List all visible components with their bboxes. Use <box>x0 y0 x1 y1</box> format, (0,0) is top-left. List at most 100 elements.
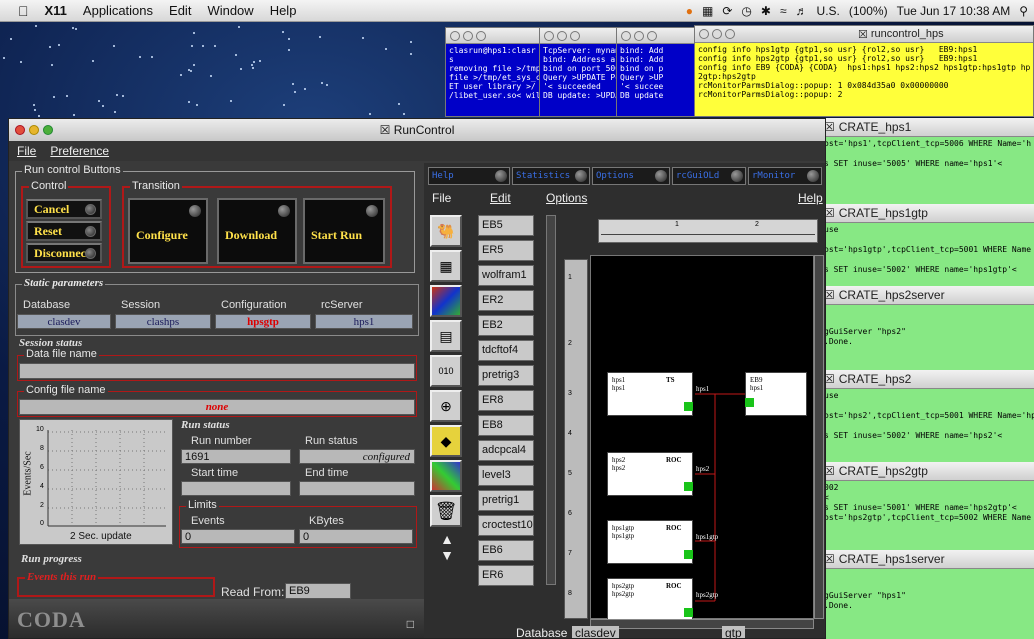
editor-menu-help[interactable]: Help <box>798 191 823 205</box>
editor-menu-options[interactable]: Options <box>546 191 587 205</box>
runcontrol-hps-window[interactable]: ☒ runcontrol_hps config info hps1gtp {gtp… <box>694 25 1034 117</box>
menu-preference[interactable]: Preference <box>50 144 109 158</box>
editor-menu-file[interactable]: File <box>432 191 451 205</box>
config-canvas[interactable]: hps1 hps1 TS hps1 EB9 hps1 hps2 hps2 ROC hp… <box>590 255 814 622</box>
tool-color[interactable] <box>430 285 462 317</box>
tool-010[interactable]: 010 <box>430 355 462 387</box>
battery-indicator[interactable]: (100%) <box>849 4 888 18</box>
component-item[interactable]: pretrig1 <box>478 490 534 511</box>
tool-mosaic[interactable] <box>430 460 462 492</box>
minimize-icon[interactable] <box>29 125 39 135</box>
spaces-icon[interactable]: ▦ <box>702 4 713 18</box>
tool-puzzle[interactable]: ◆ <box>430 425 462 457</box>
spotlight-icon[interactable]: ⚲ <box>1019 4 1028 18</box>
node-hps1-ts[interactable]: hps1 hps1 TS hps1 <box>607 372 709 416</box>
terminal-window-1[interactable]: clasrun@hps1:clasr s removing file >/tmp… <box>445 27 541 117</box>
menu-app-x11[interactable]: X11 <box>45 3 67 18</box>
rcguiold-command-button[interactable]: rcGuiOLd <box>672 167 746 185</box>
zoom-icon[interactable] <box>725 29 735 39</box>
close-icon[interactable] <box>15 125 25 135</box>
close-icon[interactable] <box>450 30 460 41</box>
menu-window[interactable]: Window <box>207 3 253 18</box>
minimize-icon[interactable] <box>463 30 473 41</box>
clock[interactable]: Tue Jun 17 10:38 AM <box>897 4 1011 18</box>
canvas-vscrollbar[interactable] <box>814 255 824 619</box>
cancel-button[interactable]: Cancel <box>26 199 102 219</box>
options-command-button[interactable]: Options <box>592 167 670 185</box>
kbytes-limit-field[interactable]: 0 <box>299 529 413 544</box>
statistics-command-button[interactable]: Statistics <box>512 167 590 185</box>
node-hps2gtp-roc[interactable]: hps2gtp hps2gtp ROC hps2gtp <box>607 578 718 622</box>
node-eb9[interactable]: EB9 hps1 <box>745 372 807 416</box>
events-limit-field[interactable]: 0 <box>181 529 295 544</box>
data-file-field[interactable] <box>19 363 415 379</box>
node-hps2-roc[interactable]: hps2 hps2 ROC hps2 <box>607 452 709 496</box>
menu-applications[interactable]: Applications <box>83 3 153 18</box>
component-item[interactable]: ER2 <box>478 290 534 311</box>
component-item[interactable]: EB5 <box>478 215 534 236</box>
tool-crosshair[interactable]: ⊕ <box>430 390 462 422</box>
tool-tape[interactable]: ▤ <box>430 320 462 352</box>
apple-icon[interactable]:  <box>18 3 29 19</box>
help-command-button[interactable]: Help <box>428 167 510 185</box>
input-lang-menu[interactable]: U.S. <box>817 4 840 18</box>
tool-pointer[interactable]: 🐫 <box>430 215 462 247</box>
component-item[interactable]: EB8 <box>478 415 534 436</box>
terminal-window-3[interactable]: bind: Add bind: Add bind on p Query >UP … <box>616 27 696 117</box>
disconnect-button[interactable]: Disconnect <box>26 243 102 263</box>
close-icon[interactable] <box>544 30 554 41</box>
rmonitor-command-button[interactable]: rMonitor <box>748 167 822 185</box>
scroll-arrows[interactable]: ▲ ▼ <box>432 531 462 581</box>
component-item[interactable]: ER6 <box>478 565 534 586</box>
configure-button[interactable]: Configure <box>128 198 208 264</box>
component-item[interactable]: EB6 <box>478 540 534 561</box>
crate-window-hps1gtp[interactable]: ☒ CRATE_hps1gtp use ost='hps1gtp',tcpClien… <box>819 204 1034 286</box>
zoom-icon[interactable] <box>570 30 580 41</box>
reset-button[interactable]: Reset <box>26 221 102 241</box>
zoom-icon[interactable] <box>647 30 657 41</box>
node-hps1gtp-roc[interactable]: hps1gtp hps1gtp ROC hps1gtp <box>607 520 718 564</box>
wifi-icon[interactable]: ≈ <box>780 4 787 18</box>
timemachine-icon[interactable]: ◷ <box>741 4 751 18</box>
start-run-button[interactable]: Start Run <box>303 198 385 264</box>
component-item[interactable]: wolfram1 <box>478 265 534 286</box>
component-item[interactable]: EB2 <box>478 315 534 336</box>
component-item[interactable]: ER8 <box>478 390 534 411</box>
close-icon[interactable] <box>621 30 631 41</box>
component-list-scrollbar[interactable] <box>546 215 556 585</box>
read-from-select[interactable]: EB9 <box>285 583 351 599</box>
menu-file[interactable]: File <box>17 144 36 158</box>
sync-icon[interactable]: ⟳ <box>722 4 732 18</box>
trash-icon[interactable]: 🗑 <box>430 495 462 527</box>
menu-edit[interactable]: Edit <box>169 3 191 18</box>
app-status-icon[interactable]: ● <box>686 4 693 18</box>
bluetooth-icon[interactable]: ✱ <box>761 4 771 18</box>
zoom-icon[interactable] <box>43 125 53 135</box>
component-item[interactable]: level3 <box>478 465 534 486</box>
crate-window-hps1server[interactable]: ☒ CRATE_hps1server gGuiServer "hps1" .Don… <box>819 550 1034 639</box>
terminal-window-2[interactable]: TcpServer: myname bind: Address al bind … <box>539 27 618 117</box>
star-decoration <box>196 104 198 106</box>
download-button[interactable]: Download <box>217 198 297 264</box>
resize-handle-icon[interactable]: □ <box>407 617 414 631</box>
minimize-icon[interactable] <box>712 29 722 39</box>
runcontrol-window[interactable]: ☒ RunControl File Preference Run control… <box>8 118 826 639</box>
menu-help[interactable]: Help <box>270 3 297 18</box>
editor-menu-edit[interactable]: Edit <box>490 191 511 205</box>
crate-window-hps1[interactable]: ☒ CRATE_hps1 ost='hps1',tcpClient_tcp=5006… <box>819 118 1034 204</box>
minimize-icon[interactable] <box>634 30 644 41</box>
component-item[interactable]: ER5 <box>478 240 534 261</box>
component-item[interactable]: croctest10 <box>478 515 534 536</box>
tool-daq[interactable]: ▦ <box>430 250 462 282</box>
volume-icon[interactable]: ♬ <box>796 4 808 18</box>
minimize-icon[interactable] <box>557 30 567 41</box>
crate-window-hps2[interactable]: ☒ CRATE_hps2 use ost='hps2',tcpClient_tcp=… <box>819 370 1034 462</box>
crate-window-hps2server[interactable]: ☒ CRATE_hps2server gGuiServer "hps2" .Don… <box>819 286 1034 370</box>
close-icon[interactable] <box>699 29 709 39</box>
zoom-icon[interactable] <box>476 30 486 41</box>
crate-window-hps2gtp[interactable]: ☒ CRATE_hps2gtp 002 < s SET inuse='5001' W… <box>819 462 1034 550</box>
window-title: CRATE_hps1gtp <box>838 206 928 220</box>
component-item[interactable]: adcpcal4 <box>478 440 534 461</box>
component-item[interactable]: pretrig3 <box>478 365 534 386</box>
component-item[interactable]: tdcftof4 <box>478 340 534 361</box>
